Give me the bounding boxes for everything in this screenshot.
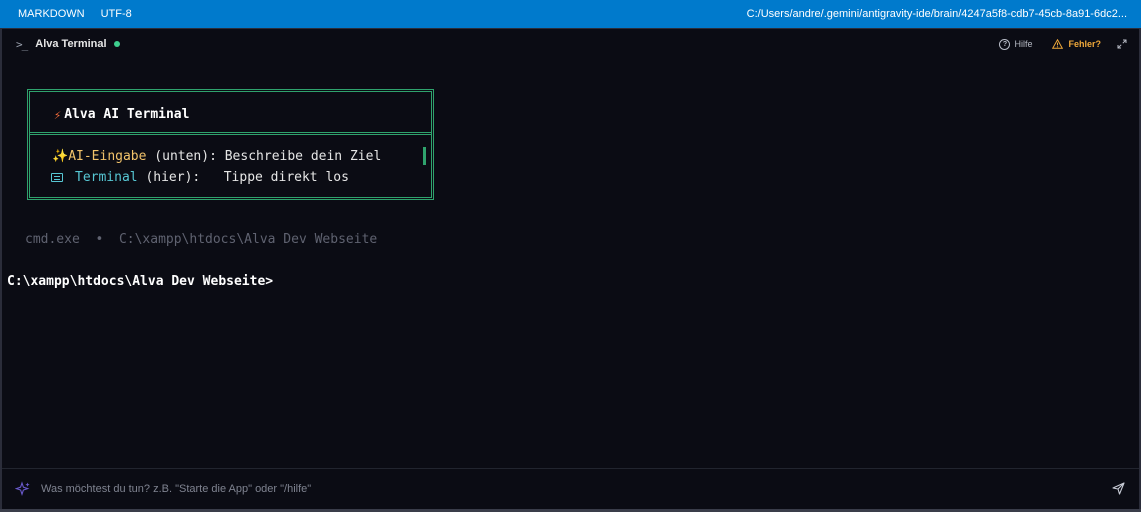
expand-icon bbox=[1117, 39, 1127, 49]
sparkles-icon: ✨ bbox=[52, 149, 69, 164]
command-prompt[interactable]: C:\xampp\htdocs\Alva Dev Webseite> bbox=[7, 274, 273, 289]
keyboard-icon bbox=[51, 173, 63, 182]
terminal-description: (hier): Tippe direkt los bbox=[137, 170, 349, 185]
ai-input-bar bbox=[2, 469, 1139, 509]
warning-triangle-icon bbox=[1052, 39, 1064, 49]
terminal-title: Alva Terminal bbox=[35, 38, 107, 50]
terminal-prompt-icon: >_ bbox=[16, 37, 28, 51]
ai-input-label: AI-Eingabe bbox=[68, 149, 147, 164]
banner-terminal-row: Terminal (hier): Tippe direkt los bbox=[51, 170, 349, 185]
ai-input-description: (unten): Beschreibe dein Ziel bbox=[146, 149, 382, 164]
status-bar: MARKDOWN UTF-8 C:/Users/andre/.gemini/an… bbox=[0, 0, 1141, 28]
banner-title: ⚡ Alva AI Terminal bbox=[54, 107, 189, 122]
status-indicator-icon bbox=[113, 41, 120, 47]
shell-name: cmd.exe bbox=[25, 232, 80, 247]
header-actions: ? Hilfe Fehler? bbox=[999, 29, 1127, 59]
banner-divider bbox=[30, 132, 431, 135]
cursor-block bbox=[423, 147, 426, 165]
ai-sparkle-icon[interactable] bbox=[15, 481, 31, 497]
working-directory: C:\xampp\htdocs\Alva Dev Webseite bbox=[118, 232, 378, 247]
welcome-banner: ⚡ Alva AI Terminal ✨AI-Eingabe (unten): … bbox=[27, 89, 434, 200]
error-label: Fehler? bbox=[1068, 39, 1101, 49]
lightning-icon: ⚡ bbox=[54, 107, 62, 122]
report-error-button[interactable]: Fehler? bbox=[1052, 39, 1101, 49]
ai-command-input[interactable] bbox=[39, 482, 1083, 496]
session-separator: • bbox=[95, 232, 104, 247]
terminal-header: >_ Alva Terminal ? Hilfe Fehler? bbox=[2, 29, 1139, 59]
session-info: cmd.exe • C:\xampp\htdocs\Alva Dev Webse… bbox=[25, 232, 377, 247]
banner-ai-row: ✨AI-Eingabe (unten): Beschreibe dein Zie… bbox=[52, 149, 381, 164]
panel-border-left bbox=[0, 28, 2, 512]
expand-button[interactable] bbox=[1117, 39, 1127, 49]
banner-title-text: Alva AI Terminal bbox=[64, 107, 190, 122]
file-path[interactable]: C:/Users/andre/.gemini/antigravity-ide/b… bbox=[747, 0, 1127, 28]
language-mode[interactable]: MARKDOWN bbox=[18, 8, 85, 20]
question-circle-icon: ? bbox=[999, 38, 1011, 50]
help-button[interactable]: ? Hilfe bbox=[999, 38, 1033, 50]
send-icon bbox=[1112, 482, 1125, 495]
terminal-label: Terminal bbox=[75, 170, 138, 185]
file-encoding[interactable]: UTF-8 bbox=[101, 8, 132, 20]
send-button[interactable] bbox=[1112, 482, 1125, 500]
help-label: Hilfe bbox=[1014, 39, 1033, 49]
